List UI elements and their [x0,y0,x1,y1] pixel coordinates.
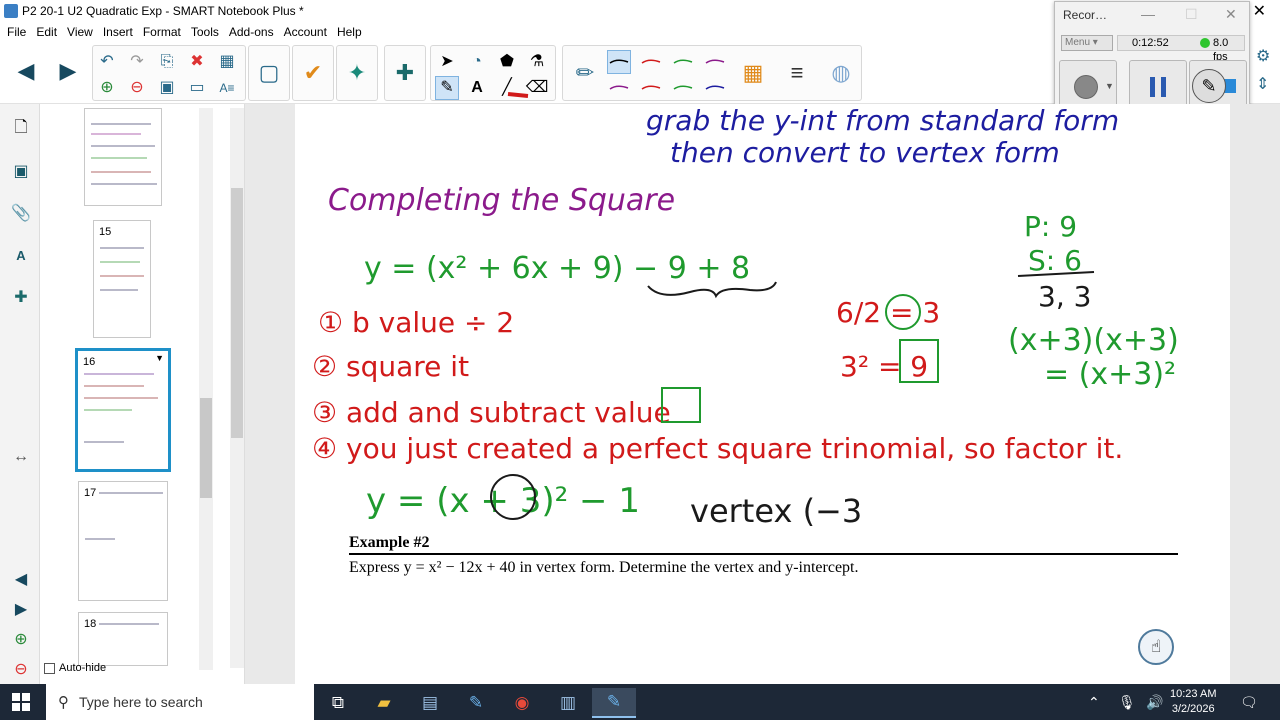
ink-partial-stroke [507,92,529,98]
search-icon: ⚲ [58,694,69,711]
ink-line-top-2: then convert to vertex form [670,136,1060,169]
ink-result: y = (x + 3)² − 1 [366,481,640,521]
microphone-icon[interactable]: 🎙 [1118,694,1136,711]
example-text: Express y = x² − 12x + 40 in vertex form… [349,559,859,576]
ink-calc-half: 6/2 = 3 [836,296,940,329]
file-explorer-icon[interactable]: ▰ [362,688,406,718]
task-view-icon[interactable]: ⧉ [316,688,360,718]
show-hidden-icons[interactable]: ⌃ [1088,694,1100,711]
example-title: Example #2 [349,534,430,551]
ink-sum: S: 6 [1028,244,1082,277]
ink-step-4: ④ you just created a perfect square trin… [312,432,1123,465]
ink-heading: Completing the Square [328,183,675,218]
ink-factors: 3, 3 [1038,280,1091,313]
ink-step-1: ① b value ÷ 2 [318,306,514,339]
ink-square-form: = (x+3)² [1044,357,1176,392]
handwriting-layer: grab the y-int from standard form then c… [312,92,1179,530]
volume-icon[interactable]: 🔊 [1146,694,1163,711]
smart-notebook-taskbar-icon[interactable]: ✎ [592,688,636,718]
search-placeholder: Type here to search [79,694,203,710]
ink-step-3: ③ add and subtract value [312,396,671,429]
app-icon-2[interactable]: ▥ [546,688,590,718]
app-icon-1[interactable]: ▤ [408,688,452,718]
notebook-app-icon[interactable]: ✎ [454,688,498,718]
clock-time: 10:23 AM [1170,688,1217,700]
ink-product: P: 9 [1024,210,1077,243]
clock-date: 3/2/2026 [1171,703,1215,715]
windows-start-icon[interactable] [12,693,30,711]
chrome-icon[interactable]: ◉ [500,688,544,718]
pointer-hand-icon[interactable]: ☝ [1138,629,1174,665]
ink-equation: y = (x² + 6x + 9) − 9 + 8 [364,251,750,286]
ink-factored: (x+3)(x+3) [1008,323,1179,358]
ink-calc-square: 3² = 9 [840,350,928,383]
ink-vertex: vertex (−3 [690,492,862,530]
taskbar: ⚲ Type here to search ⧉ ▰ ▤ ✎ ◉ ▥ ✎ ⌃ 🎙 … [0,684,1280,720]
taskbar-search-box[interactable]: ⚲ Type here to search [46,684,314,720]
example-divider [349,553,1178,555]
notifications-icon[interactable]: 🗨 [1240,694,1258,711]
system-clock[interactable]: 10:23 AM 3/2/2026 [1170,687,1216,717]
ink-step-2: ② square it [312,350,469,383]
ink-line-top-1: grab the y-int from standard form [646,104,1119,137]
